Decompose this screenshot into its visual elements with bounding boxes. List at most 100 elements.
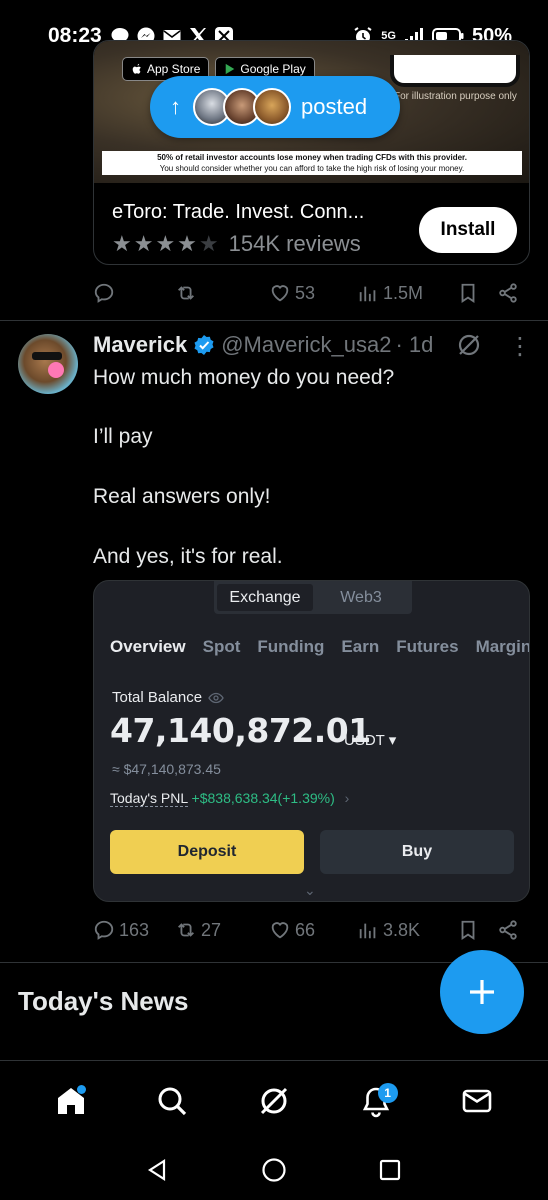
tab-funding: Funding	[257, 637, 325, 656]
tweet-time: · 1d	[395, 332, 434, 357]
apple-icon	[132, 63, 141, 74]
new-posts-pill[interactable]: ↑ posted	[150, 76, 400, 138]
balance-unit: USDT ▾	[344, 732, 397, 749]
bookmark-button[interactable]	[457, 282, 497, 304]
share-button[interactable]	[497, 919, 519, 941]
like-button[interactable]: 53	[269, 282, 357, 304]
compose-post-button[interactable]	[440, 950, 524, 1034]
reply-button[interactable]	[93, 282, 175, 304]
risk-disclaimer: 50% of retail investor accounts lose mon…	[102, 151, 522, 175]
like-button[interactable]: 66	[269, 919, 357, 941]
messages-icon	[462, 1089, 492, 1112]
home-circle-icon[interactable]	[261, 1157, 287, 1183]
pnl-label: Today's PNL	[110, 790, 188, 807]
tweet-text-line: I’ll pay	[93, 425, 153, 448]
balance-label-text: Total Balance	[112, 689, 203, 706]
repost-icon	[178, 923, 194, 937]
promoted-app-card[interactable]: App Store Google Play For illustration p…	[93, 40, 530, 265]
recents-icon[interactable]	[377, 1157, 403, 1183]
tweet-action-bar: 163 27 66 3.8K	[93, 910, 530, 950]
app-rating: ★★★★★ 154K reviews	[112, 231, 361, 257]
nav-search[interactable]	[142, 1071, 202, 1131]
review-count: 154K reviews	[228, 231, 361, 256]
unread-dot	[76, 1084, 86, 1094]
grok-icon[interactable]	[456, 332, 482, 358]
verified-badge-icon	[194, 335, 214, 355]
views-button[interactable]: 3.8K	[357, 919, 457, 941]
tweet-text-line: How much money do you need?	[93, 366, 395, 389]
reply-button[interactable]: 163	[93, 919, 175, 941]
reply-count: 163	[119, 919, 150, 940]
avatar	[253, 88, 291, 126]
views-icon	[359, 286, 376, 302]
bookmark-icon	[461, 920, 475, 940]
pill-avatars	[193, 88, 291, 126]
heart-icon	[271, 922, 289, 939]
notification-badge: 1	[377, 1082, 398, 1103]
reply-icon	[94, 283, 114, 303]
todays-news-heading[interactable]: Today's News	[18, 986, 188, 1017]
tab-overview: Overview	[110, 637, 186, 656]
reply-icon	[94, 920, 114, 940]
heart-icon	[271, 285, 289, 302]
share-icon	[499, 920, 517, 940]
share-button[interactable]	[497, 282, 519, 304]
attached-image[interactable]: Exchange Web3 Overview Spot Funding Earn…	[93, 580, 530, 902]
repost-button[interactable]	[175, 282, 269, 304]
search-icon	[158, 1087, 187, 1115]
usd-equivalent: ≈ $47,140,873.45	[112, 761, 221, 777]
illustration-note: For illustration purpose only	[394, 91, 517, 102]
toggle-exchange: Exchange	[217, 584, 313, 611]
plus-icon	[470, 980, 494, 1004]
arrow-up-icon: ↑	[170, 94, 181, 119]
divider	[0, 320, 548, 321]
system-navigation-bar	[0, 1140, 548, 1200]
bottom-navigation: 1	[0, 1060, 548, 1140]
like-count: 66	[295, 919, 316, 940]
chevron-down-icon: ⌄	[304, 882, 316, 898]
like-count: 53	[295, 282, 316, 303]
app-store-label: App Store	[147, 62, 201, 76]
balance-label: Total Balance	[112, 689, 224, 706]
author-name[interactable]: Maverick	[93, 332, 187, 358]
google-play-label: Google Play	[240, 62, 306, 76]
toggle-web3: Web3	[340, 588, 382, 606]
tweet-text-line: Real answers only!	[93, 485, 271, 508]
views-button[interactable]: 1.5M	[357, 282, 457, 304]
nav-home[interactable]	[41, 1071, 101, 1131]
bookmark-icon	[461, 283, 475, 303]
nav-grok[interactable]	[244, 1071, 304, 1131]
tab-spot: Spot	[202, 637, 241, 656]
tab-earn: Earn	[341, 637, 380, 656]
repost-icon	[178, 286, 194, 300]
view-count: 1.5M	[383, 282, 424, 303]
ad-action-bar: 53 1.5M	[93, 273, 530, 313]
deposit-button: Deposit	[110, 830, 304, 874]
repost-button[interactable]: 27	[175, 919, 269, 941]
install-button[interactable]: Install	[419, 207, 517, 253]
tab-futures: Futures	[396, 637, 459, 656]
more-options-icon[interactable]: ⋮	[508, 334, 532, 360]
repost-count: 27	[201, 919, 222, 940]
bookmark-button[interactable]	[457, 919, 497, 941]
grok-icon	[260, 1087, 288, 1114]
avatar[interactable]	[18, 334, 78, 394]
pnl-value: +$838,638.34(+1.39%)	[191, 790, 335, 806]
wallet-tabs: Overview Spot Funding Earn Futures Margi…	[110, 637, 530, 657]
tweet-text-line: And yes, it's for real.	[93, 545, 283, 568]
disclaimer-bold: 50% of retail investor accounts lose mon…	[157, 153, 467, 162]
author-handle[interactable]: @Maverick_usa2	[221, 332, 391, 358]
nav-notifications[interactable]: 1	[346, 1071, 406, 1131]
share-icon	[499, 283, 517, 303]
total-balance: 47,140,872.01	[110, 711, 371, 750]
view-count: 3.8K	[383, 919, 421, 940]
tab-margin: Margin	[475, 637, 530, 656]
nav-messages[interactable]	[447, 1071, 507, 1131]
phone-mockup	[390, 55, 520, 87]
posted-label: posted	[301, 94, 368, 119]
back-icon[interactable]	[145, 1157, 171, 1183]
todays-pnl: Today's PNL +$838,638.34(+1.39%) ›	[110, 790, 349, 807]
rating-stars: ★★★★★	[112, 231, 221, 256]
buy-button: Buy	[320, 830, 514, 874]
app-title: eToro: Trade. Invest. Conn...	[112, 201, 365, 223]
